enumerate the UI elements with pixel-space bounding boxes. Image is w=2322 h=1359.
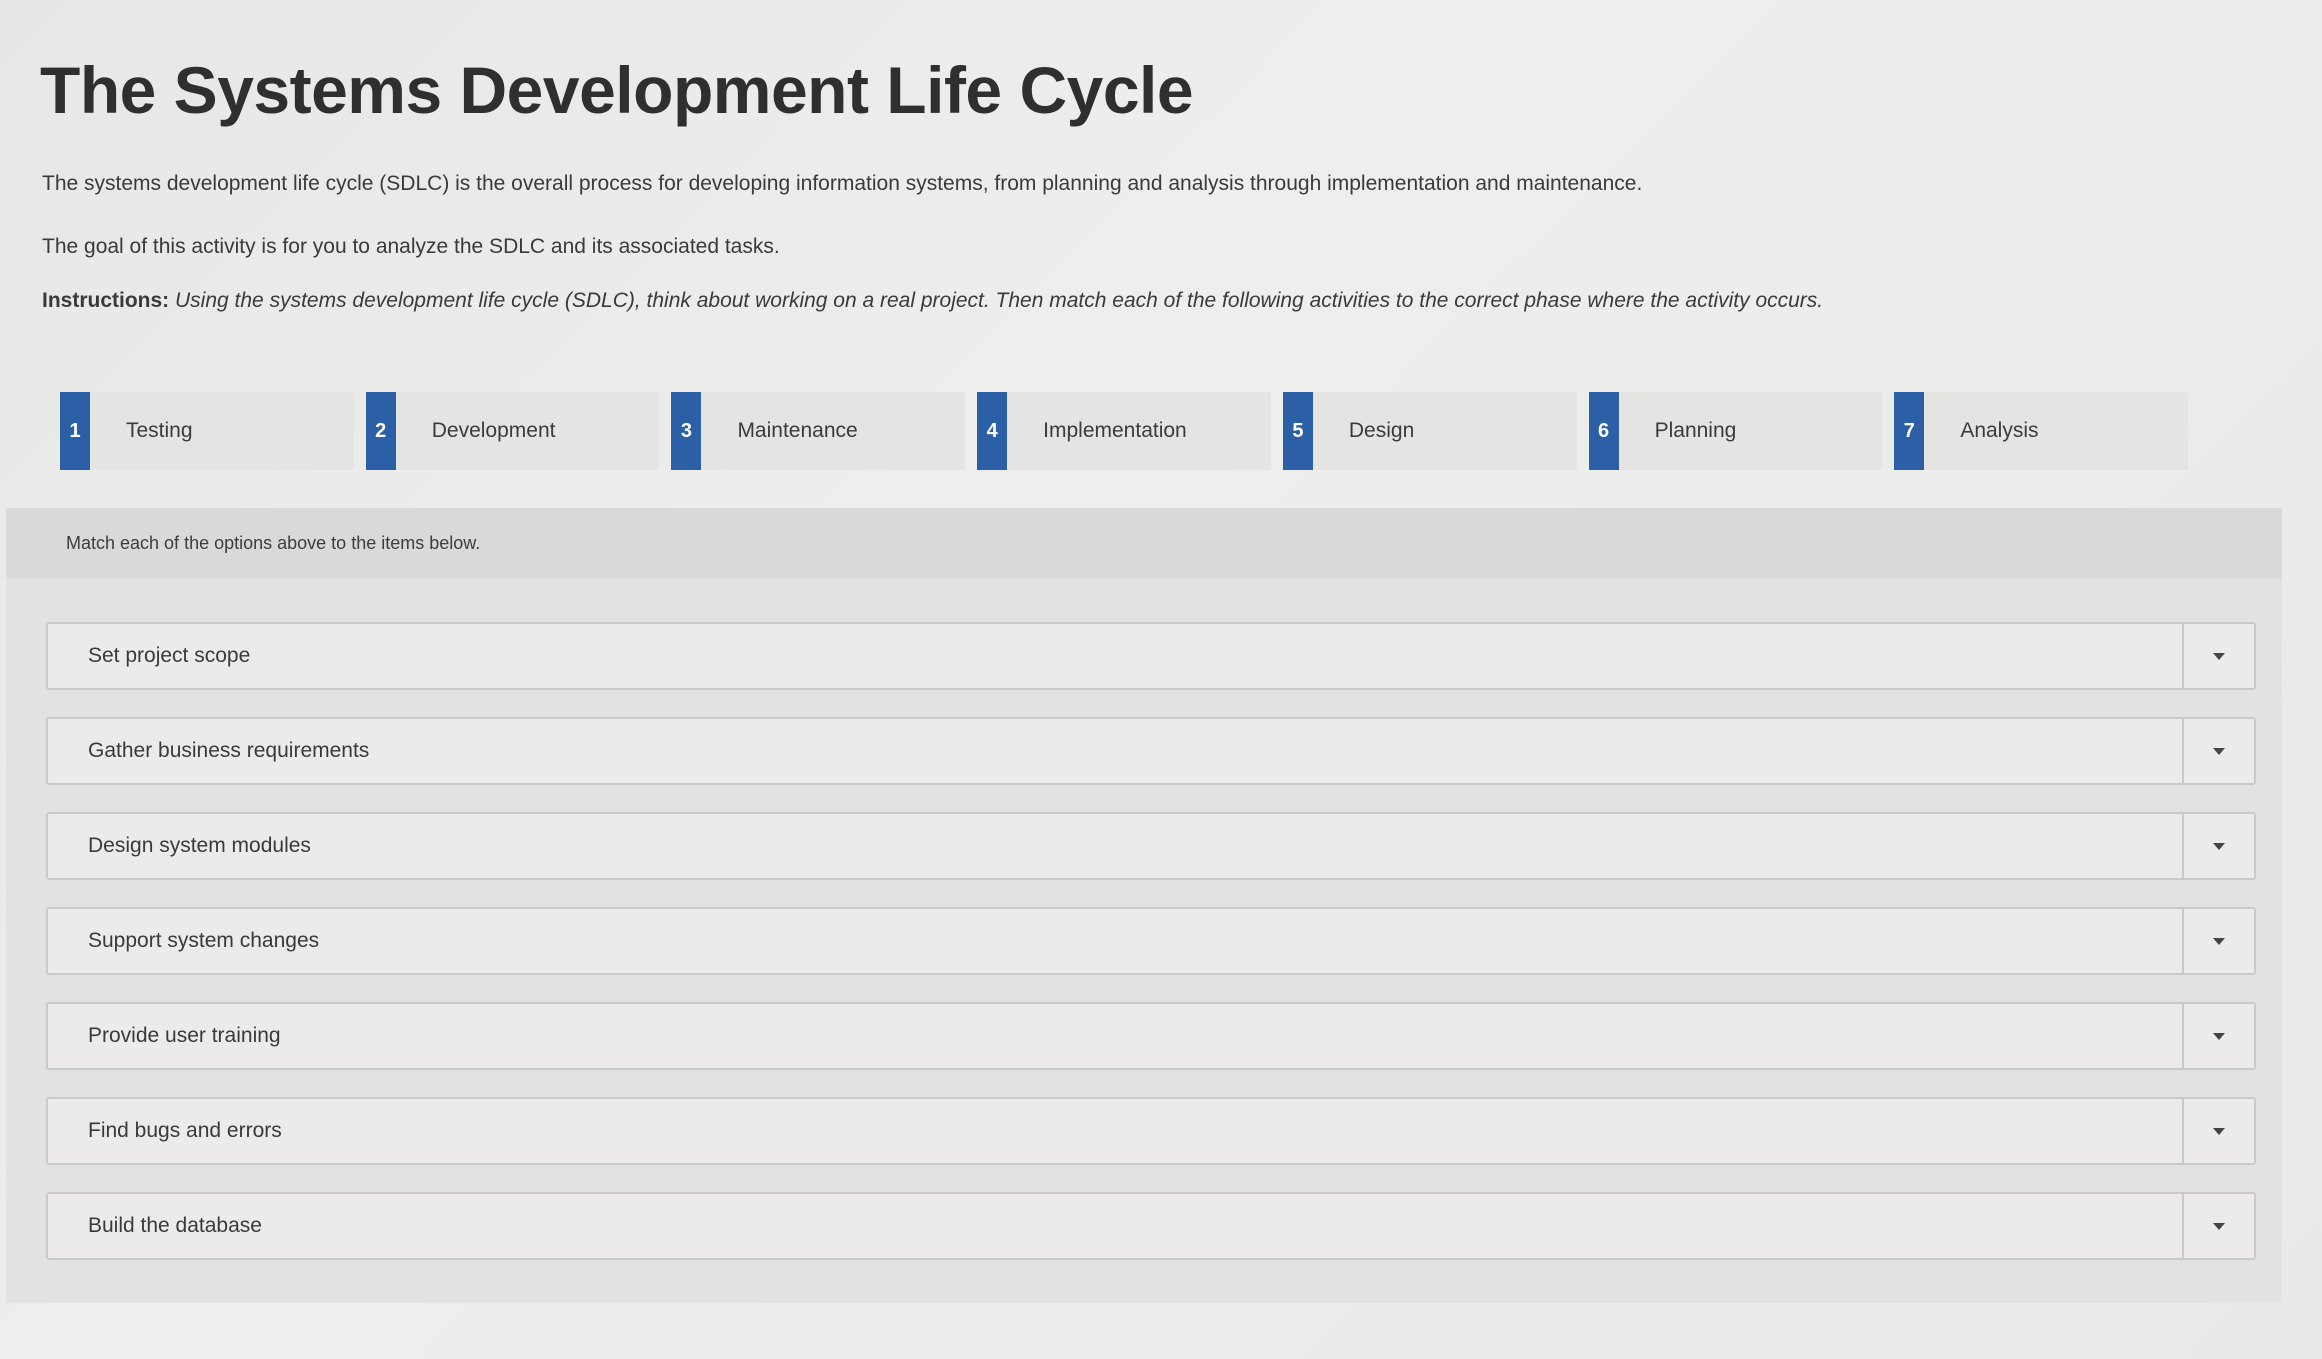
dropdown-toggle[interactable] [2182,624,2254,688]
option-design[interactable]: 5 Design [1282,392,1577,470]
match-panel: Match each of the options above to the i… [6,508,2282,1303]
option-number-badge: 4 [977,392,1008,470]
goal-paragraph: The goal of this activity is for you to … [42,235,780,258]
page-title: The Systems Development Life Cycle [40,53,1194,127]
intro-paragraph: The systems development life cycle (SDLC… [42,172,1643,195]
match-item-label: Find bugs and errors [88,1119,282,1142]
dropdown-toggle[interactable] [2182,1194,2254,1258]
option-bank: 1 Testing 2 Development 3 Maintenance 4 … [60,386,2189,476]
instructions-label: Instructions: [42,289,170,312]
match-item[interactable]: Build the database [46,1192,2256,1260]
option-number-badge: 5 [1282,392,1313,470]
match-item-label: Provide user training [88,1024,281,1047]
option-label: Implementation [1043,419,1187,442]
option-label: Planning [1654,419,1737,442]
dropdown-toggle[interactable] [2182,814,2254,878]
match-item-label: Gather business requirements [88,739,370,762]
match-item-label: Support system changes [88,929,320,952]
option-planning[interactable]: 6 Planning [1588,392,1883,470]
match-item[interactable]: Provide user training [46,1002,2256,1070]
instructions-paragraph: Instructions: Using the systems developm… [42,289,1823,313]
dropdown-toggle[interactable] [2182,909,2254,973]
match-item-label: Set project scope [88,644,251,667]
chevron-down-icon [2213,937,2225,945]
option-implementation[interactable]: 4 Implementation [977,392,1271,470]
option-label: Development [431,419,556,442]
match-item[interactable]: Design system modules [46,812,2256,880]
dropdown-toggle[interactable] [2182,1099,2254,1163]
chevron-down-icon [2213,1127,2225,1135]
dropdown-toggle[interactable] [2182,719,2254,783]
dropdown-toggle[interactable] [2182,1004,2254,1068]
match-item[interactable]: Find bugs and errors [46,1097,2256,1165]
option-number-badge: 3 [671,392,702,470]
instructions-text: Using the systems development life cycle… [175,289,1824,312]
option-number-badge: 2 [365,392,396,470]
chevron-down-icon [2213,1222,2225,1230]
option-maintenance[interactable]: 3 Maintenance [671,392,966,470]
match-instructions: Match each of the options above to the i… [6,508,2282,578]
chevron-down-icon [2213,842,2225,850]
option-analysis[interactable]: 7 Analysis [1894,392,2189,470]
option-label: Testing [126,419,193,442]
option-testing[interactable]: 1 Testing [60,392,354,470]
option-number-badge: 1 [60,392,90,470]
option-label: Maintenance [737,419,858,442]
match-item[interactable]: Support system changes [46,907,2256,975]
chevron-down-icon [2213,1032,2225,1040]
option-label: Analysis [1960,419,2039,442]
match-item[interactable]: Set project scope [46,622,2256,690]
chevron-down-icon [2213,747,2225,755]
chevron-down-icon [2213,652,2225,660]
match-item[interactable]: Gather business requirements [46,717,2256,785]
option-number-badge: 7 [1894,392,1925,470]
match-item-label: Build the database [88,1214,262,1237]
match-item-label: Design system modules [88,834,311,857]
option-label: Design [1348,419,1415,442]
match-items-list: Set project scope Gather business requir… [46,622,2256,1287]
option-development[interactable]: 2 Development [365,392,660,470]
option-number-badge: 6 [1588,392,1619,470]
